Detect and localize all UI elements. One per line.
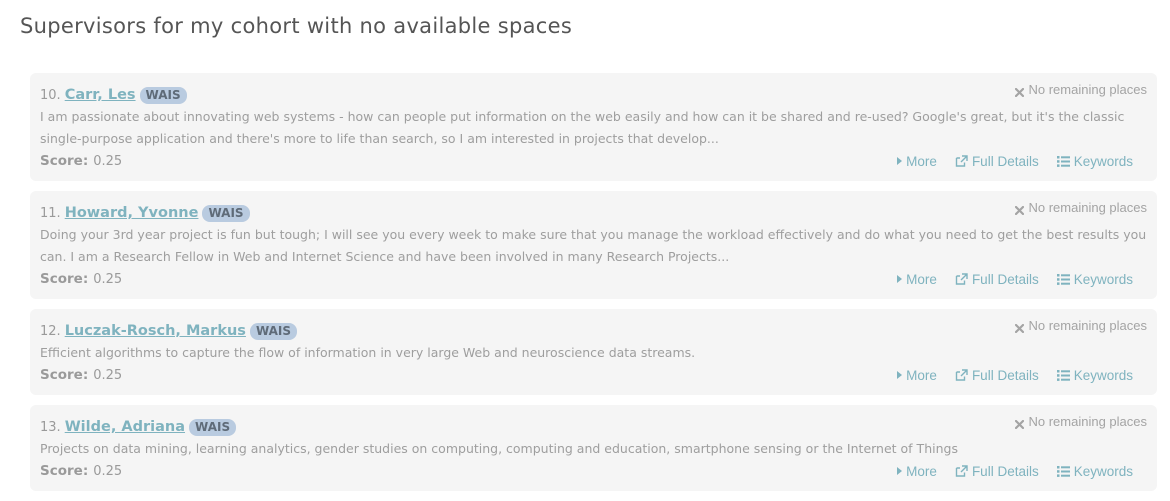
- keywords-label: Keywords: [1073, 271, 1133, 287]
- card-header: 11. Howard, Yvonne WAIS: [40, 202, 1147, 224]
- more-label: More: [906, 153, 937, 169]
- card-actions: More Full Details Keywords: [879, 364, 1133, 386]
- caret-right-icon: [897, 371, 903, 379]
- rank-number: 12.: [40, 323, 61, 339]
- status-text: No remaining places: [1028, 200, 1147, 215]
- keywords-label: Keywords: [1073, 463, 1133, 479]
- full-details-label: Full Details: [971, 271, 1039, 287]
- rank-number: 13.: [40, 419, 61, 435]
- score-label: Score:: [40, 153, 89, 169]
- card-header: 12. Luczak-Rosch, Markus WAIS: [40, 320, 1147, 342]
- rank-number: 11.: [40, 205, 61, 221]
- keywords-link[interactable]: Keywords: [1056, 271, 1133, 287]
- list-icon: [1056, 465, 1070, 477]
- score-value: 0.25: [93, 463, 123, 479]
- card-header: 13. Wilde, Adriana WAIS: [40, 416, 1147, 438]
- external-link-icon: [955, 369, 968, 381]
- full-details-link[interactable]: Full Details: [955, 272, 1039, 287]
- x-icon: [1015, 417, 1025, 430]
- group-badge: WAIS: [139, 86, 187, 104]
- card-footer: Score: 0.25 More Full Details Keywords: [40, 460, 1147, 482]
- card-actions: More Full Details Keywords: [879, 268, 1133, 290]
- x-icon: [1015, 321, 1025, 334]
- group-badge: WAIS: [202, 204, 250, 222]
- more-link[interactable]: More: [897, 368, 937, 383]
- card-footer: Score: 0.25 More Full Details Keywords: [40, 150, 1147, 172]
- score-label: Score:: [40, 367, 89, 383]
- group-badge: WAIS: [249, 322, 298, 340]
- full-details-link[interactable]: Full Details: [955, 154, 1039, 169]
- status-no-places: No remaining places: [1015, 318, 1147, 334]
- supervisor-card: No remaining places 11. Howard, Yvonne W…: [30, 191, 1157, 299]
- score-label: Score:: [40, 271, 89, 287]
- rank-number: 10.: [40, 87, 61, 103]
- score-value: 0.25: [93, 367, 123, 383]
- score-value: 0.25: [93, 271, 123, 287]
- keywords-link[interactable]: Keywords: [1056, 463, 1133, 479]
- keywords-link[interactable]: Keywords: [1056, 153, 1133, 169]
- card-header: 10. Carr, Les WAIS: [40, 84, 1147, 106]
- list-icon: [1056, 273, 1070, 285]
- more-label: More: [906, 271, 937, 287]
- list-icon: [1056, 155, 1070, 167]
- external-link-icon: [955, 465, 968, 477]
- score-value: 0.25: [93, 153, 123, 169]
- full-details-label: Full Details: [971, 463, 1039, 479]
- supervisor-name-link[interactable]: Luczak-Rosch, Markus: [65, 323, 246, 339]
- card-actions: More Full Details Keywords: [879, 460, 1133, 482]
- status-no-places: No remaining places: [1015, 200, 1147, 216]
- card-actions: More Full Details Keywords: [879, 150, 1133, 172]
- supervisor-description: Projects on data mining, learning analyt…: [40, 441, 958, 456]
- keywords-label: Keywords: [1073, 367, 1133, 383]
- group-badge: WAIS: [189, 418, 237, 436]
- status-text: No remaining places: [1028, 82, 1147, 97]
- card-footer: Score: 0.25 More Full Details Keywords: [40, 364, 1147, 386]
- more-link[interactable]: More: [897, 464, 937, 479]
- supervisor-description: I am passionate about innovating web sys…: [40, 109, 1125, 146]
- x-icon: [1015, 85, 1025, 98]
- caret-right-icon: [897, 467, 903, 475]
- caret-right-icon: [897, 157, 903, 165]
- full-details-link[interactable]: Full Details: [955, 368, 1039, 383]
- supervisor-name-link[interactable]: Carr, Les: [65, 87, 136, 103]
- external-link-icon: [955, 273, 968, 285]
- supervisor-name-link[interactable]: Howard, Yvonne: [65, 205, 199, 221]
- external-link-icon: [955, 155, 968, 167]
- keywords-label: Keywords: [1073, 153, 1133, 169]
- caret-right-icon: [897, 275, 903, 283]
- full-details-label: Full Details: [971, 153, 1039, 169]
- card-footer: Score: 0.25 More Full Details Keywords: [40, 268, 1147, 290]
- more-label: More: [906, 367, 937, 383]
- x-icon: [1015, 203, 1025, 216]
- supervisor-list: No remaining places 10. Carr, Les WAIS I…: [30, 73, 1157, 501]
- supervisor-card: No remaining places 13. Wilde, Adriana W…: [30, 405, 1157, 491]
- status-no-places: No remaining places: [1015, 82, 1147, 98]
- status-text: No remaining places: [1028, 414, 1147, 429]
- keywords-link[interactable]: Keywords: [1056, 367, 1133, 383]
- more-link[interactable]: More: [897, 154, 937, 169]
- more-label: More: [906, 463, 937, 479]
- supervisor-card: No remaining places 12. Luczak-Rosch, Ma…: [30, 309, 1157, 395]
- full-details-link[interactable]: Full Details: [955, 464, 1039, 479]
- supervisor-description: Doing your 3rd year project is fun but t…: [40, 227, 1147, 264]
- page-title: Supervisors for my cohort with no availa…: [20, 14, 573, 38]
- more-link[interactable]: More: [897, 272, 937, 287]
- supervisor-description: Efficient algorithms to capture the flow…: [40, 345, 696, 360]
- status-no-places: No remaining places: [1015, 414, 1147, 430]
- supervisor-name-link[interactable]: Wilde, Adriana: [65, 419, 185, 435]
- supervisor-card: No remaining places 10. Carr, Les WAIS I…: [30, 73, 1157, 181]
- score-label: Score:: [40, 463, 89, 479]
- full-details-label: Full Details: [971, 367, 1039, 383]
- status-text: No remaining places: [1028, 318, 1147, 333]
- list-icon: [1056, 369, 1070, 381]
